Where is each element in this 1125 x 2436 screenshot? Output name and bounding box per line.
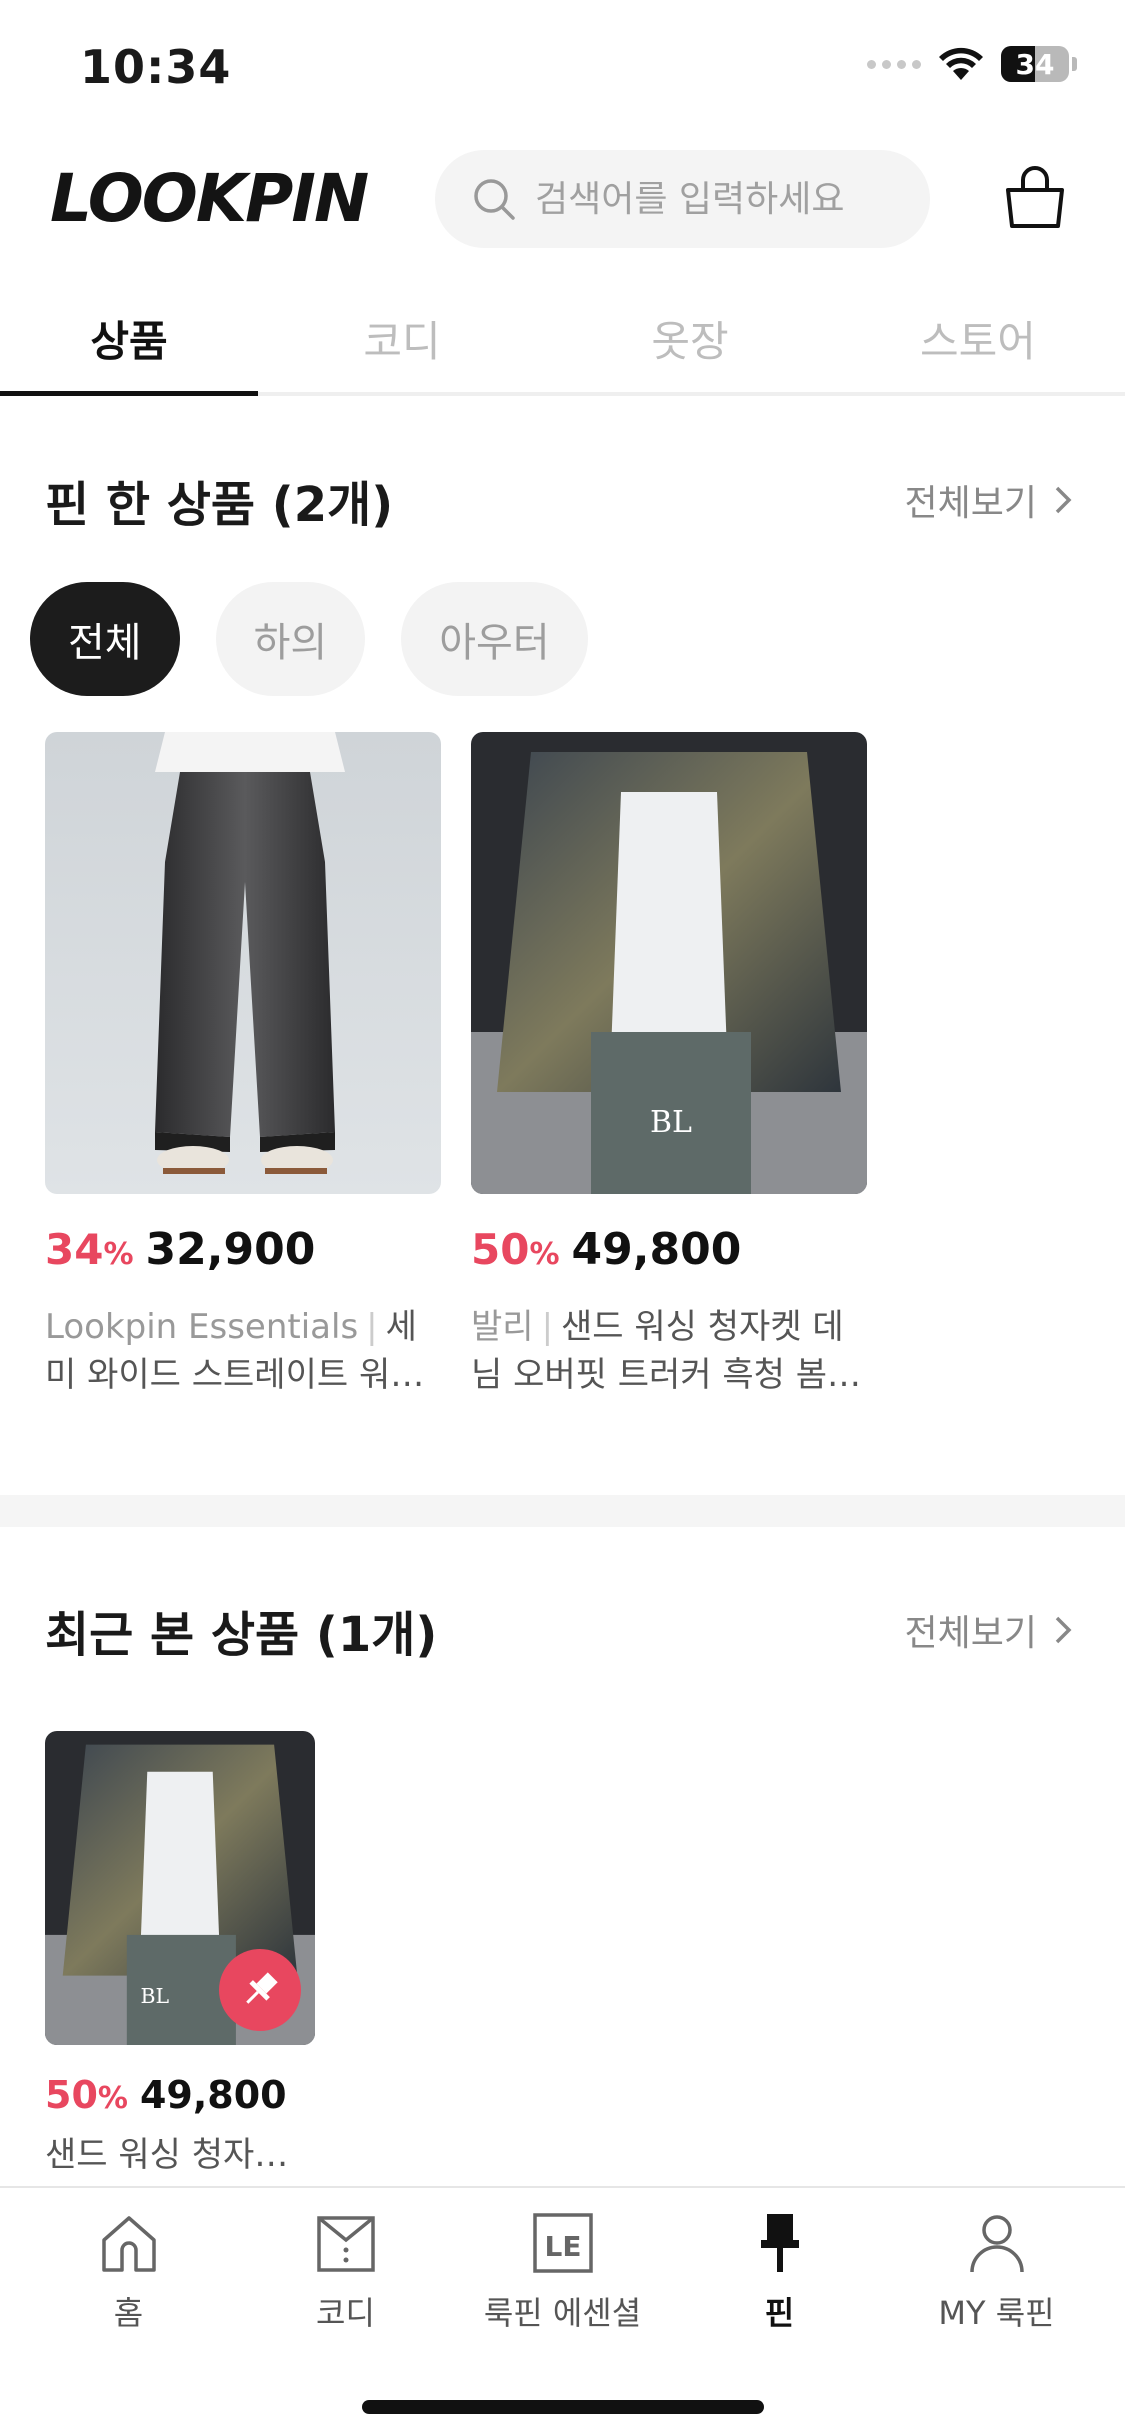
nav-home[interactable]: 홈 [29, 2210, 229, 2334]
recent-section-title: 최근 본 상품 (1개) [45, 1607, 438, 1663]
search-input[interactable] [535, 178, 915, 220]
nav-my[interactable]: MY 룩핀 [897, 2210, 1097, 2334]
logo[interactable]: LOOKPIN [50, 160, 369, 237]
price-row: 50% 49,800 [471, 1224, 871, 1275]
price-row: 34% 32,900 [45, 1224, 445, 1275]
status-time: 10:34 [80, 40, 232, 94]
tab-closet[interactable]: 옷장 [546, 290, 834, 392]
wifi-icon [939, 47, 983, 80]
svg-text:BL: BL [650, 1105, 692, 1140]
shopping-bag-icon[interactable] [1000, 162, 1070, 232]
nav-label: MY 룩핀 [938, 2294, 1055, 2332]
price: 49,800 [139, 2073, 287, 2117]
product-name: Lookpin Essentials|세미 와이드 스트레이트 워싱 데님 팬츠 [45, 1303, 445, 1399]
view-all-label: 전체보기 [904, 1613, 1037, 1654]
product-title: 샌드 워싱 청자켓 데님 [45, 2135, 315, 2175]
price: 32,900 [145, 1224, 316, 1275]
category-chips: 전체 하의 아우터 [30, 582, 588, 696]
battery-icon: 34 [1001, 46, 1077, 82]
search-icon [474, 179, 515, 220]
view-all-label: 전체보기 [904, 483, 1037, 524]
recent-view-all-button[interactable]: 전체보기 [905, 1604, 1077, 1656]
user-icon [969, 2215, 1024, 2273]
brand-name: 발리 [471, 1307, 534, 1347]
recent-product-card[interactable]: BL 50% 49,800 샌드 워싱 청자켓 데님 [45, 1731, 315, 2179]
chevron-right-icon [1055, 1616, 1072, 1644]
battery-level: 34 [1015, 47, 1055, 81]
product-card[interactable]: BL 50% 49,800 발리 | 샌드 워싱 청자켓 데님 오버핏 트러커 흑청… [471, 732, 871, 1399]
app-header: LOOKPIN [0, 140, 1125, 270]
bottom-navigation: 홈 코디 LE 룩핀 에센셜 핀 MY 룩핀 [0, 2186, 1125, 2436]
product-image[interactable] [45, 732, 441, 1194]
pin-icon [760, 2214, 799, 2272]
codi-icon [316, 2216, 375, 2272]
nav-label: 핀 [764, 2294, 795, 2332]
tab-codi[interactable]: 코디 [258, 290, 546, 392]
search-bar[interactable] [435, 150, 930, 248]
product-card[interactable]: 34% 32,900 Lookpin Essentials | 세미 와이드 스트레… [45, 732, 445, 1399]
product-image[interactable]: BL [471, 732, 867, 1194]
pinned-section-title: 핀 한 상품 (2개) [45, 477, 394, 533]
nav-codi[interactable]: 코디 [246, 2210, 446, 2334]
discount-rate: 50% [471, 1225, 560, 1274]
section-divider [0, 1495, 1125, 1527]
chevron-right-icon [1055, 486, 1072, 514]
chip-bottoms[interactable]: 하의 [215, 582, 366, 696]
nav-lookpin-essential[interactable]: LE 룩핀 에센셜 [463, 2210, 663, 2334]
signal-icon [867, 59, 921, 69]
nav-label: 룩핀 에센셜 [483, 2294, 642, 2332]
price: 49,800 [571, 1224, 742, 1275]
status-icons: 34 [867, 46, 1077, 82]
nav-label: 홈 [113, 2294, 144, 2332]
discount-rate: 50% [45, 2073, 128, 2117]
product-name: 발리|샌드 워싱 청자켓 데님 오버핏 트러커 흑청 봄 가을 자켓 [471, 1303, 871, 1399]
tab-store[interactable]: 스토어 [834, 290, 1122, 392]
pin-icon [246, 1972, 278, 2004]
tab-products[interactable]: 상품 [0, 290, 258, 396]
unpin-button[interactable] [219, 1949, 301, 2031]
price-row: 50% 49,800 [45, 2073, 315, 2117]
status-bar: 10:34 34 [0, 0, 1125, 140]
nav-pin[interactable]: 핀 [680, 2210, 880, 2334]
home-icon [101, 2216, 156, 2272]
nav-label: 코디 [316, 2294, 375, 2332]
svg-text:LE: LE [544, 2230, 581, 2263]
product-image[interactable]: BL [45, 1731, 315, 2045]
brand-name: Lookpin Essentials [45, 1307, 359, 1347]
home-indicator [362, 2400, 764, 2414]
chip-outer[interactable]: 아우터 [401, 582, 588, 696]
chip-all[interactable]: 전체 [30, 582, 180, 696]
svg-text:BL: BL [140, 1984, 169, 2008]
discount-rate: 34% [45, 1225, 134, 1274]
le-icon: LE [532, 2213, 593, 2273]
top-tabs: 상품 코디 옷장 스토어 [0, 290, 1125, 396]
pinned-view-all-button[interactable]: 전체보기 [905, 474, 1077, 526]
